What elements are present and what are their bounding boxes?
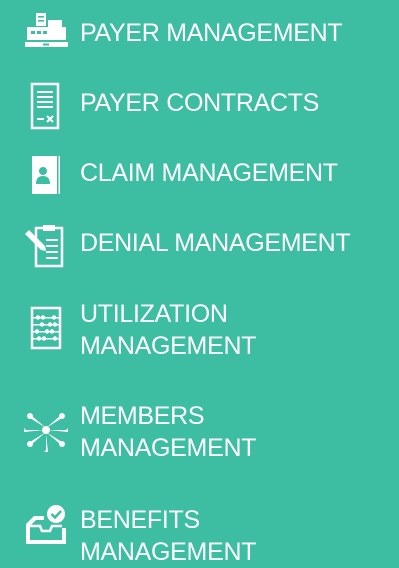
clipboard-edit-icon	[22, 222, 70, 270]
inbox-check-icon	[22, 502, 70, 550]
sidebar-item-label-line2: MANAGEMENT	[80, 538, 257, 566]
sidebar-item-denial-management[interactable]: DENIAL MANAGEMENT	[0, 222, 399, 268]
sidebar-item-label: CLAIM MANAGEMENT	[80, 159, 338, 187]
sidebar-item-label: UTILIZATION	[80, 300, 228, 328]
sidebar-item-label: BENEFITS	[80, 506, 200, 534]
sidebar-item-label: DENIAL MANAGEMENT	[80, 229, 351, 257]
sidebar-item-label: MEMBERS	[80, 402, 205, 430]
sidebar-item-label: PAYER MANAGEMENT	[80, 19, 343, 47]
team-hands-icon	[22, 406, 70, 454]
sidebar-item-label-line2: MANAGEMENT	[80, 332, 257, 360]
sidebar-nav: PAYER MANAGEMENT PAYER CONTRACTS CLAIM M…	[0, 0, 399, 566]
sidebar-item-label: PAYER CONTRACTS	[80, 89, 320, 117]
sidebar-item-payer-contracts[interactable]: PAYER CONTRACTS	[0, 82, 399, 130]
id-card-icon	[22, 152, 70, 200]
sidebar-item-label-line2: MANAGEMENT	[80, 434, 257, 462]
abacus-icon	[22, 304, 70, 352]
sidebar-item-benefits-management[interactable]: BENEFITS MANAGEMENT	[0, 502, 399, 566]
cash-register-icon	[22, 9, 70, 57]
contract-document-icon	[22, 82, 70, 130]
sidebar-item-claim-management[interactable]: CLAIM MANAGEMENT	[0, 152, 399, 194]
sidebar-item-utilization-management[interactable]: UTILIZATION MANAGEMENT	[0, 298, 399, 364]
sidebar-item-members-management[interactable]: MEMBERS MANAGEMENT	[0, 400, 399, 466]
sidebar-item-payer-management[interactable]: PAYER MANAGEMENT	[0, 12, 399, 54]
